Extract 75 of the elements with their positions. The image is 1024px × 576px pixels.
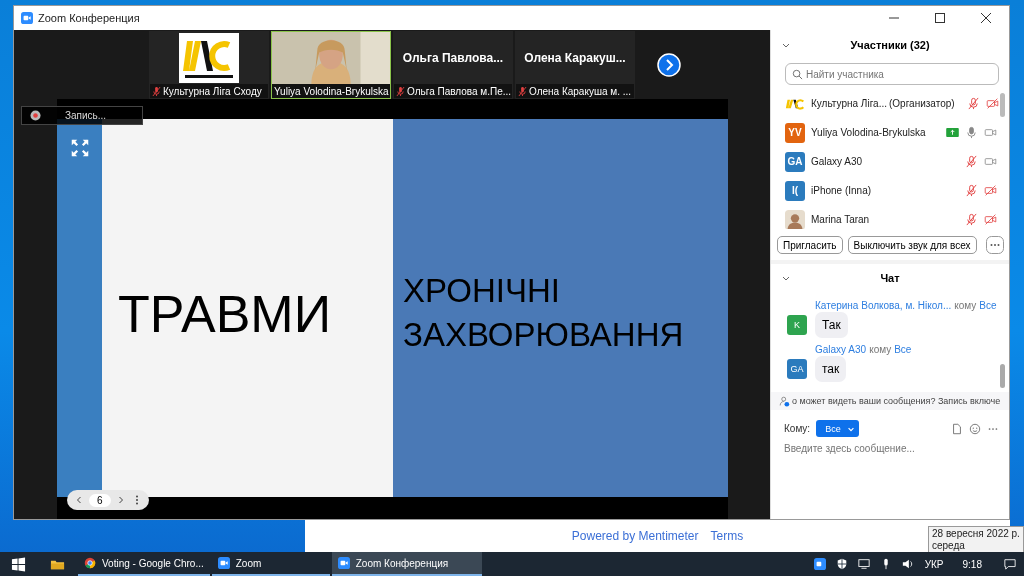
camera-icon[interactable] bbox=[984, 155, 997, 168]
search-field[interactable]: Найти участника bbox=[785, 63, 999, 85]
terms-link[interactable]: Terms bbox=[710, 529, 744, 543]
recipient-dropdown[interactable]: Все bbox=[816, 420, 859, 437]
recipient-name[interactable]: Все bbox=[979, 299, 997, 311]
sender-avatar: GA bbox=[787, 359, 807, 379]
recipient-prefix: кому bbox=[869, 343, 892, 355]
mic-icon[interactable] bbox=[965, 126, 978, 139]
clock[interactable]: 9:18 bbox=[950, 558, 994, 570]
slide-heading: ТРАВМИ bbox=[118, 284, 332, 344]
recipient-name[interactable]: Все bbox=[894, 343, 912, 355]
participant-avatar: YV bbox=[785, 122, 805, 143]
chat-message: Так bbox=[815, 312, 848, 338]
participant-name: Ольга Павлова... bbox=[402, 51, 504, 65]
sender-avatar: K bbox=[787, 315, 807, 335]
language-indicator[interactable]: УКР bbox=[919, 558, 949, 570]
video-tile[interactable]: Ольга Павлова... Ольга Павлова м.Пе... bbox=[393, 31, 513, 99]
league-logo-icon bbox=[179, 33, 239, 83]
participant-name: Yuliya Volodina-Brykulska bbox=[811, 127, 926, 138]
chat-message: так bbox=[815, 356, 847, 382]
participant-label: Олена Каракуша м. ... bbox=[529, 85, 632, 97]
window-title: Zoom Конференция bbox=[38, 12, 140, 24]
camera-off-icon[interactable] bbox=[985, 97, 999, 110]
participant-name: Культурна Ліга... bbox=[811, 98, 887, 109]
participant-avatar: I( bbox=[785, 180, 805, 201]
taskbar-app[interactable]: Zoom bbox=[211, 552, 330, 576]
tooltip-text: 28 вересня 2022 р. bbox=[932, 528, 1020, 540]
participant-name: Marina Taran bbox=[811, 214, 870, 225]
mentimeter-link[interactable]: Powered by Mentimeter bbox=[571, 529, 699, 543]
participant-name: Galaxy A30 bbox=[811, 156, 863, 167]
participant-role: (Организатор) bbox=[889, 98, 955, 109]
muted-mic-icon[interactable] bbox=[965, 213, 978, 226]
chat-title: Чат bbox=[880, 272, 900, 284]
participant-avatar: GA bbox=[785, 151, 805, 172]
sender-name[interactable]: Galaxy A30 bbox=[815, 343, 867, 355]
participant-name: iPhone (Inna) bbox=[811, 185, 872, 196]
participant-name: Олена Каракуш... bbox=[524, 51, 626, 65]
slide-heading: ХРОНІЧНІ ЗАХВОРЮВАННЯ bbox=[403, 271, 684, 355]
search-icon bbox=[792, 69, 803, 80]
page-number: 6 bbox=[89, 493, 111, 507]
tooltip-text: середа bbox=[932, 540, 966, 552]
privacy-icon bbox=[779, 395, 790, 407]
participant-label: Yuliya Volodina-Brykulska bbox=[274, 85, 389, 97]
video-app-icon bbox=[337, 557, 350, 569]
invite-button[interactable]: Пригласить bbox=[777, 236, 843, 254]
mute-all-button[interactable]: Выключить звук для всех bbox=[847, 236, 977, 254]
recording-label: Запись... bbox=[65, 110, 107, 121]
scrollbar-thumb[interactable] bbox=[1000, 364, 1005, 388]
scrollbar-thumb[interactable] bbox=[1000, 93, 1005, 117]
participants-title: Участники (32) bbox=[850, 39, 930, 51]
taskbar-app[interactable]: Zoom Конференция bbox=[331, 552, 482, 576]
camera-off-icon[interactable] bbox=[984, 213, 997, 226]
camera-off-icon[interactable] bbox=[984, 184, 997, 197]
participant-label: Ольга Павлова м.Пе... bbox=[407, 85, 512, 97]
recipient-prefix: кому bbox=[954, 299, 977, 311]
taskbar-app[interactable]: Voting - Google Chro... bbox=[78, 552, 210, 576]
participant-label: Культурна Ліга Сходу bbox=[163, 85, 262, 97]
chat-notice: о может видеть ваши сообщения? Запись включе bbox=[792, 396, 1001, 406]
record-icon bbox=[30, 110, 41, 121]
more-icon[interactable] bbox=[986, 236, 1004, 254]
muted-mic-icon[interactable] bbox=[965, 184, 978, 197]
video-tile[interactable]: Олена Каракуш... Олена Каракуша м. ... bbox=[515, 31, 635, 99]
muted-mic-icon[interactable] bbox=[966, 97, 980, 110]
camera-icon[interactable] bbox=[984, 126, 997, 139]
video-tile[interactable]: Yuliya Volodina-Brykulska bbox=[271, 31, 391, 99]
sender-name[interactable]: Катерина Волкова, м. Нікол... bbox=[815, 299, 952, 311]
muted-mic-icon[interactable] bbox=[965, 155, 978, 168]
zoom-logo-icon bbox=[21, 12, 33, 24]
file-icon[interactable] bbox=[951, 422, 963, 435]
avatar-icon bbox=[785, 209, 805, 229]
to-label: Кому: bbox=[784, 423, 811, 434]
browser-icon bbox=[84, 557, 96, 569]
emoji-icon[interactable] bbox=[969, 422, 981, 435]
video-tile[interactable]: Культурна Ліга Сходу bbox=[149, 31, 269, 99]
video-app-icon bbox=[217, 557, 230, 569]
